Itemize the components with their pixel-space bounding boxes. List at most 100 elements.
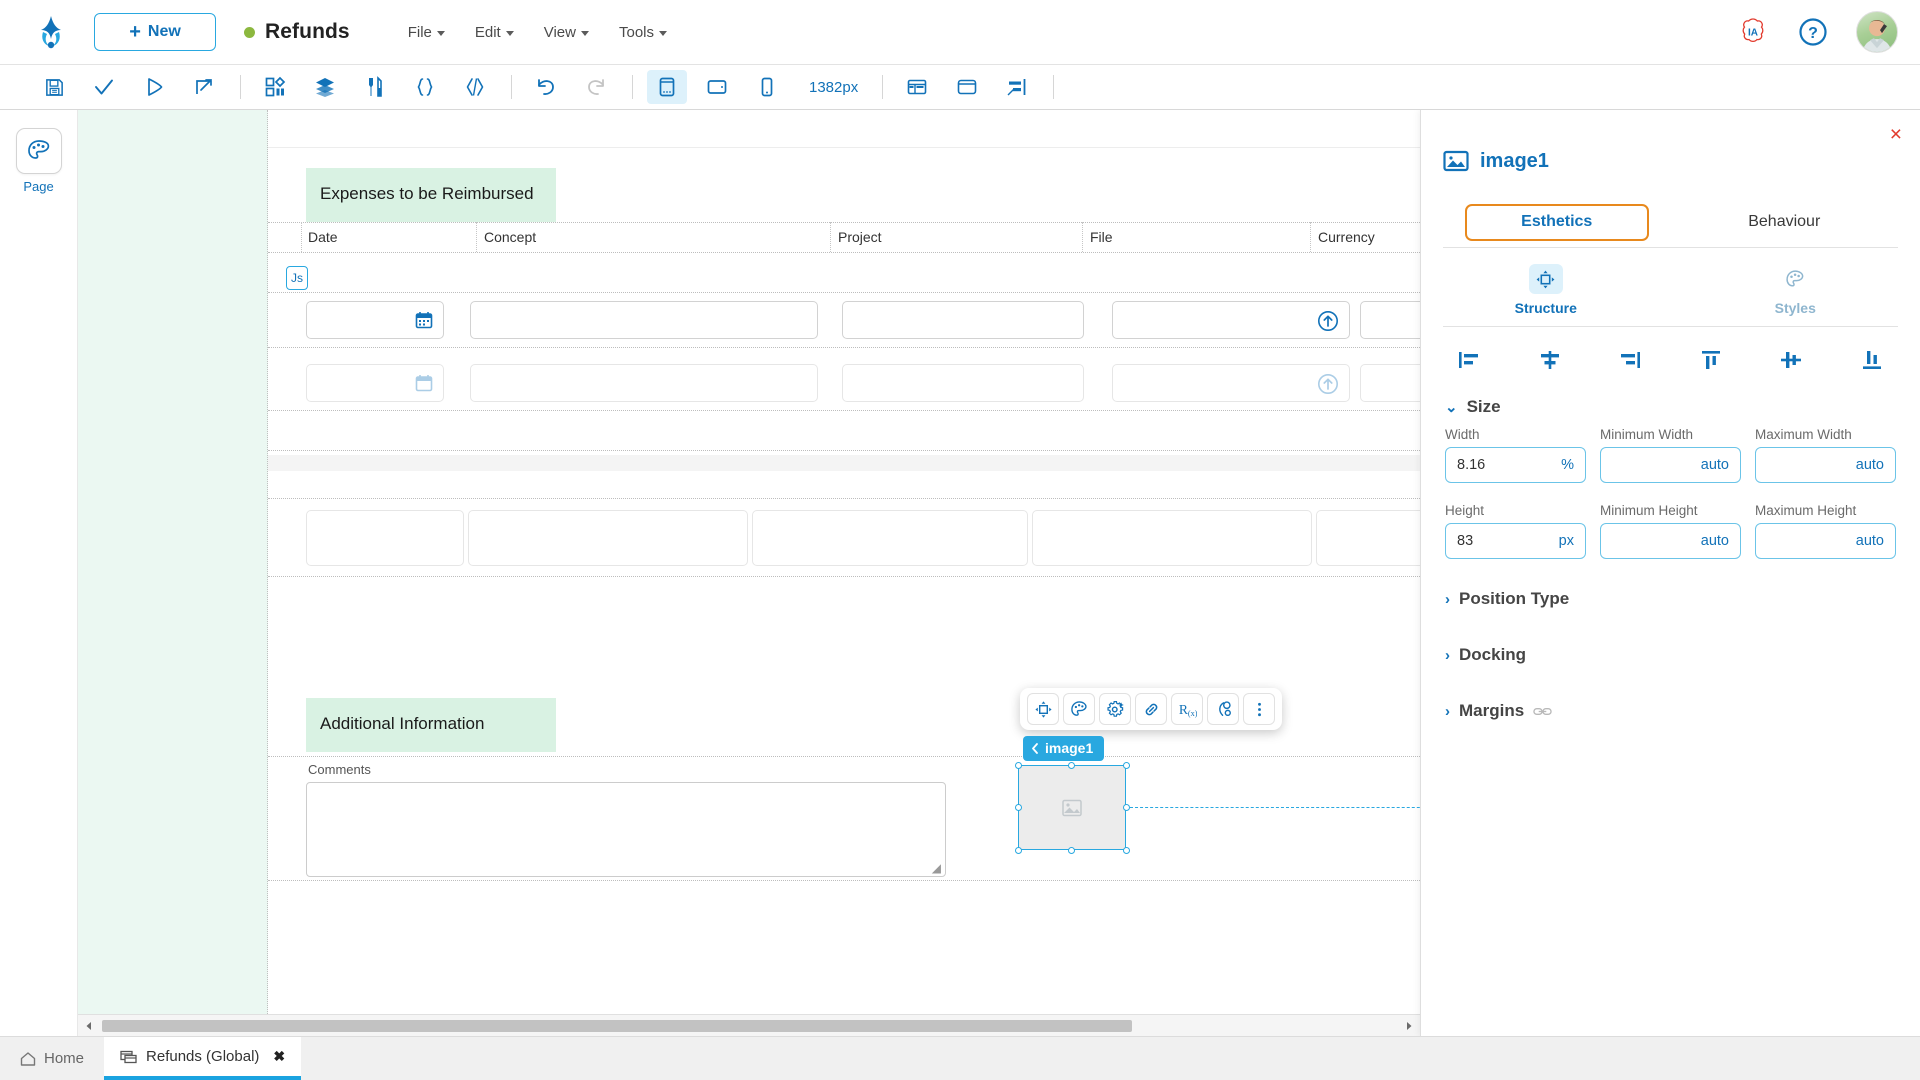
chevron-down-icon: [436, 30, 445, 36]
input-max-height[interactable]: auto: [1755, 523, 1896, 559]
margins-link-icon[interactable]: [1533, 705, 1552, 718]
grid2-cell-2[interactable]: [468, 510, 748, 566]
deploy-share-icon[interactable]: [184, 70, 224, 104]
palette-styles-icon[interactable]: [1063, 693, 1095, 725]
align-right-icon[interactable]: [1608, 343, 1652, 377]
field-file-row1[interactable]: [1112, 301, 1350, 339]
more-dots-icon[interactable]: [1243, 693, 1275, 725]
section-header-margins[interactable]: › Margins: [1421, 671, 1920, 727]
subtab-structure[interactable]: Structure: [1421, 256, 1671, 326]
field-group-min-height: Minimum Height auto: [1600, 503, 1741, 559]
resize-handle-se[interactable]: [1122, 846, 1130, 854]
resize-handle-nw[interactable]: [1014, 761, 1022, 769]
link-chain-icon[interactable]: [1135, 693, 1167, 725]
resize-handle-n[interactable]: [1068, 761, 1075, 769]
sidebar-item-page[interactable]: Page: [15, 128, 62, 194]
grid2-cell-1[interactable]: [306, 510, 464, 566]
events-nodes-icon[interactable]: [1207, 693, 1239, 725]
label-max-height: Maximum Height: [1755, 503, 1857, 518]
align-distribute-icon[interactable]: [997, 70, 1037, 104]
menu-file[interactable]: File: [408, 24, 445, 41]
section-header-position-type[interactable]: › Position Type: [1421, 559, 1920, 615]
section-header-size[interactable]: ⌄ Size: [1421, 383, 1920, 423]
bottom-tab-refunds[interactable]: Refunds (Global) ✖: [104, 1037, 302, 1080]
input-min-width[interactable]: auto: [1600, 447, 1741, 483]
align-bottom-icon[interactable]: [1850, 343, 1894, 377]
resize-grip-icon[interactable]: ◢: [932, 862, 941, 874]
resize-handle-w[interactable]: [1014, 804, 1022, 811]
menu-edit[interactable]: Edit: [475, 24, 514, 41]
tools-pen-icon[interactable]: [355, 70, 395, 104]
help-icon[interactable]: ?: [1796, 15, 1830, 49]
canvas-horizontal-scrollbar[interactable]: [78, 1014, 1420, 1036]
field-file-row2[interactable]: [1112, 364, 1350, 402]
tab-behaviour[interactable]: Behaviour: [1671, 203, 1899, 243]
menu-tools[interactable]: Tools: [619, 24, 668, 41]
viewport-width-label[interactable]: 1382px: [809, 79, 858, 96]
layers-stack-icon[interactable]: [305, 70, 345, 104]
align-center-horizontal-icon[interactable]: [1528, 343, 1572, 377]
bottom-tab-home[interactable]: Home: [0, 1037, 104, 1080]
redo-icon[interactable]: [576, 70, 616, 104]
input-min-height[interactable]: auto: [1600, 523, 1741, 559]
subtab-styles[interactable]: Styles: [1671, 256, 1920, 326]
save-icon[interactable]: [34, 70, 74, 104]
device-tablet-icon[interactable]: [697, 70, 737, 104]
canvas-area[interactable]: Expenses to be Reimbursed Date Concept P…: [78, 110, 1420, 1036]
layout-template-icon[interactable]: [897, 70, 937, 104]
tab-esthetics[interactable]: Esthetics: [1467, 213, 1647, 231]
ia-icon[interactable]: IA: [1736, 15, 1770, 49]
resize-handle-sw[interactable]: [1014, 846, 1022, 854]
app-logo-icon[interactable]: [30, 11, 72, 53]
code-tags-icon[interactable]: [455, 70, 495, 104]
field-concept-row2[interactable]: [470, 364, 818, 402]
selected-element-tag[interactable]: image1: [1023, 736, 1105, 761]
align-middle-vertical-icon[interactable]: [1769, 343, 1813, 377]
js-badge[interactable]: Js: [286, 266, 308, 290]
grid2-cell-5[interactable]: [1316, 510, 1420, 566]
device-phone-icon[interactable]: [747, 70, 787, 104]
scroll-right-arrow-icon[interactable]: [1398, 1015, 1420, 1037]
selected-image-element[interactable]: [1018, 765, 1126, 850]
menu-view[interactable]: View: [544, 24, 589, 41]
field-currency-row1[interactable]: [1360, 301, 1420, 339]
components-grid-icon[interactable]: [255, 70, 295, 104]
grid2-cell-4[interactable]: [1032, 510, 1312, 566]
settings-gear-icon[interactable]: [1099, 693, 1131, 725]
validate-check-icon[interactable]: [84, 70, 124, 104]
input-height[interactable]: 83 px: [1445, 523, 1586, 559]
field-project-row2[interactable]: [842, 364, 1084, 402]
field-concept-row1[interactable]: [470, 301, 818, 339]
close-icon[interactable]: ×: [1890, 124, 1902, 145]
user-avatar[interactable]: [1856, 11, 1898, 53]
section-header-docking[interactable]: › Docking: [1421, 615, 1920, 671]
undo-icon[interactable]: [526, 70, 566, 104]
grid2-cell-3[interactable]: [752, 510, 1028, 566]
variables-braces-icon[interactable]: [405, 70, 445, 104]
field-date-row2[interactable]: [306, 364, 444, 402]
field-project-row1[interactable]: [842, 301, 1084, 339]
resize-handle-ne[interactable]: [1122, 761, 1130, 769]
move-arrows-icon[interactable]: [1027, 693, 1059, 725]
device-desktop-icon[interactable]: [647, 70, 687, 104]
row-divider: [268, 292, 1420, 293]
canvas-page[interactable]: Expenses to be Reimbursed Date Concept P…: [268, 110, 1420, 1036]
input-max-width[interactable]: auto: [1755, 447, 1896, 483]
comments-textarea[interactable]: ◢: [306, 782, 946, 877]
resize-handle-s[interactable]: [1068, 846, 1075, 854]
field-date-row1[interactable]: [306, 301, 444, 339]
formula-rx-icon[interactable]: R (x): [1171, 693, 1203, 725]
input-width[interactable]: 8.16 %: [1445, 447, 1586, 483]
align-left-icon[interactable]: [1447, 343, 1491, 377]
scroll-thumb[interactable]: [102, 1019, 1132, 1032]
container-box-icon[interactable]: [947, 70, 987, 104]
align-top-icon[interactable]: [1689, 343, 1733, 377]
scroll-left-arrow-icon[interactable]: [78, 1015, 100, 1037]
close-tab-icon[interactable]: ✖: [273, 1048, 285, 1065]
run-play-icon[interactable]: [134, 70, 174, 104]
resize-handle-e[interactable]: [1122, 804, 1130, 811]
field-currency-row2[interactable]: [1360, 364, 1420, 402]
new-button[interactable]: + New: [94, 13, 216, 51]
table-header-file: File: [1090, 229, 1113, 245]
calendar-icon: [415, 312, 433, 329]
